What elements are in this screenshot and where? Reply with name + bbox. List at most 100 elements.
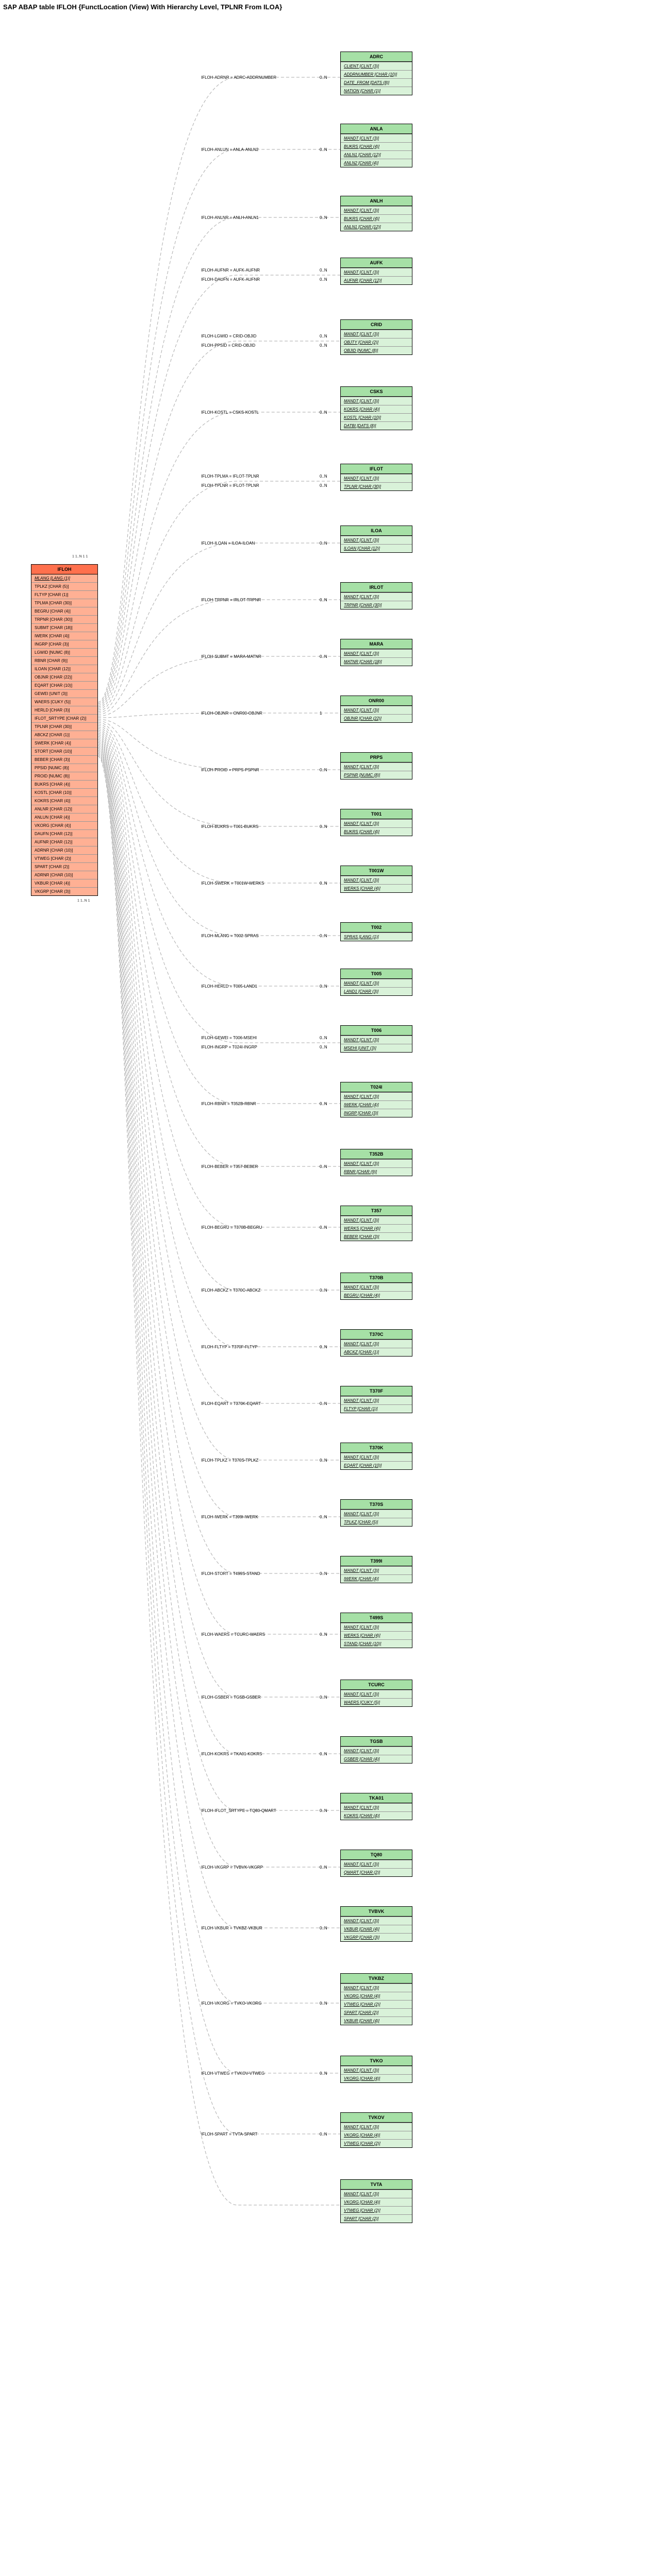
relation-label: IFLOH-ANLUN = ANLA-ANLN2: [201, 147, 258, 152]
cardinality-label: 0..N: [320, 334, 327, 338]
target-field: VKBUR [CHAR (4)]: [341, 1925, 412, 1933]
target-field: WERKS [CHAR (4)]: [341, 1224, 412, 1232]
target-table: TVKOVMANDT [CLNT (3)]VKORG [CHAR (4)]VTW…: [340, 2112, 412, 2148]
cardinality-label: 0..N: [320, 1695, 327, 1700]
target-field: MANDT [CLNT (3)]: [341, 2066, 412, 2074]
target-table: MARAMANDT [CLNT (3)]MATNR [CHAR (18)]: [340, 639, 412, 666]
relation-label: IFLOH-SPART = TVTA-SPART: [201, 2132, 257, 2137]
target-table: TCURCMANDT [CLNT (3)]WAERS [CUKY (5)]: [340, 1680, 412, 1707]
source-field: PPSID [NUMC (8)]: [31, 764, 97, 772]
target-field: MANDT [CLNT (3)]: [341, 1159, 412, 1167]
target-table: T002SPRAS [LANG (1)]: [340, 922, 412, 941]
relation-label: IFLOH-OBJNR = ONR00-OBJNR: [201, 711, 262, 716]
target-field: VKORG [CHAR (4)]: [341, 2198, 412, 2206]
cardinality-label: 0..N: [320, 1288, 327, 1293]
target-field: WERKS [CHAR (4)]: [341, 1631, 412, 1639]
src-cardinality-top: 1 1..N 1 1: [72, 554, 88, 560]
target-field: MANDT [CLNT (3)]: [341, 1453, 412, 1461]
target-table: ANLAMANDT [CLNT (3)]BUKRS [CHAR (4)]ANLN…: [340, 124, 412, 167]
target-table: T001MANDT [CLNT (3)]BUKRS [CHAR (4)]: [340, 809, 412, 836]
source-field: VTWEG [CHAR (2)]: [31, 854, 97, 862]
cardinality-label: 0..N: [320, 2071, 327, 2076]
target-table-header: T001W: [341, 866, 412, 876]
source-field: BUKRS [CHAR (4)]: [31, 780, 97, 788]
relation-label: IFLOH-BUKRS = T001-BUKRS: [201, 824, 258, 829]
target-field: IWERK [CHAR (4)]: [341, 1574, 412, 1583]
target-field: WERKS [CHAR (4)]: [341, 884, 412, 892]
target-table-header: TVKBZ: [341, 1974, 412, 1984]
target-field: MANDT [CLNT (3)]: [341, 1860, 412, 1868]
target-field: GSBER [CHAR (4)]: [341, 1755, 412, 1763]
relation-label: IFLOH-GEWEI = T006-MSEHI: [201, 1036, 257, 1040]
target-table-header: T024I: [341, 1082, 412, 1092]
cardinality-label: 0..N: [320, 1036, 327, 1040]
target-field: MATNR [CHAR (18)]: [341, 657, 412, 666]
relation-label: IFLOH-TRPNR = IRLOT-TRPNR: [201, 598, 261, 602]
target-field: MANDT [CLNT (3)]: [341, 1036, 412, 1044]
target-field: INGRP [CHAR (3)]: [341, 1109, 412, 1117]
cardinality-label: 0..N: [320, 343, 327, 348]
source-field: DAUFN [CHAR (12)]: [31, 829, 97, 838]
target-field: MANDT [CLNT (3)]: [341, 876, 412, 884]
target-field: ADDRNUMBER [CHAR (10)]: [341, 70, 412, 78]
relation-label: IFLOH-BEGRU = T370B-BEGRU: [201, 1225, 262, 1230]
target-field: BUKRS [CHAR (4)]: [341, 214, 412, 223]
relation-label: IFLOH-SUBMT = MARA-MATNR: [201, 654, 261, 659]
relation-label: IFLOH-PPSID = CRID-OBJID: [201, 343, 255, 348]
target-field: MANDT [CLNT (3)]: [341, 1917, 412, 1925]
source-field: ADRNR [CHAR (10)]: [31, 871, 97, 879]
target-table: ILOAMANDT [CLNT (3)]ILOAN [CHAR (12)]: [340, 526, 412, 553]
relation-label: IFLOH-VKBUR = TVKBZ-VKBUR: [201, 1926, 262, 1930]
source-field: WAERS [CUKY (5)]: [31, 698, 97, 706]
target-table: T005MANDT [CLNT (3)]LAND1 [CHAR (3)]: [340, 969, 412, 996]
target-field: MANDT [CLNT (3)]: [341, 330, 412, 338]
target-field: MANDT [CLNT (3)]: [341, 1283, 412, 1291]
target-table: T024IMANDT [CLNT (3)]IWERK [CHAR (4)]ING…: [340, 1082, 412, 1117]
target-table-header: T005: [341, 969, 412, 979]
cardinality-label: 0..N: [320, 2132, 327, 2137]
target-field: VKORG [CHAR (4)]: [341, 1992, 412, 2000]
target-field: MANDT [CLNT (3)]: [341, 1984, 412, 1992]
target-field: OBJTY [CHAR (2)]: [341, 338, 412, 346]
target-table-header: CRID: [341, 320, 412, 330]
source-field: SPART [CHAR (2)]: [31, 862, 97, 871]
relation-label: IFLOH-DAUFN = AUFK-AUFNR: [201, 277, 260, 282]
target-table-header: TVBVK: [341, 1907, 412, 1917]
relation-label: IFLOH-VKGRP = TVBVK-VKGRP: [201, 1865, 263, 1870]
target-table-header: PRPS: [341, 753, 412, 762]
source-field: TPLNR [CHAR (30)]: [31, 722, 97, 731]
cardinality-label: 0..N: [320, 1164, 327, 1169]
relation-label: IFLOH-MLANG = T002-SPRAS: [201, 934, 259, 938]
cardinality-label: 0..N: [320, 984, 327, 989]
cardinality-label: 0..N: [320, 598, 327, 602]
cardinality-label: 0..N: [320, 1926, 327, 1930]
target-field: MANDT [CLNT (3)]: [341, 1623, 412, 1631]
target-field: ANLN2 [CHAR (4)]: [341, 159, 412, 167]
source-field: VKGRP [CHAR (3)]: [31, 887, 97, 895]
target-field: NATION [CHAR (1)]: [341, 87, 412, 95]
target-field: CLIENT [CLNT (3)]: [341, 62, 412, 70]
target-table: AUFKMANDT [CLNT (3)]AUFNR [CHAR (12)]: [340, 258, 412, 285]
target-field: BUKRS [CHAR (4)]: [341, 142, 412, 150]
cardinality-label: 0..N: [320, 541, 327, 546]
target-table: CRIDMANDT [CLNT (3)]OBJTY [CHAR (2)]OBJI…: [340, 319, 412, 355]
relation-label: IFLOH-PROID = PRPS-PSPNR: [201, 768, 259, 772]
target-table: T357MANDT [CLNT (3)]WERKS [CHAR (4)]BEBE…: [340, 1206, 412, 1241]
target-field: VTWEG [CHAR (2)]: [341, 2206, 412, 2214]
target-field: OBJNR [CHAR (22)]: [341, 714, 412, 722]
source-field: KOSTL [CHAR (10)]: [31, 788, 97, 796]
cardinality-label: 0..N: [320, 824, 327, 829]
target-table-header: T001: [341, 809, 412, 819]
cardinality-label: 0..N: [320, 881, 327, 886]
target-field: MSEHI [UNIT (3)]: [341, 1044, 412, 1052]
target-field: KOKRS [CHAR (4)]: [341, 405, 412, 413]
target-field: ANLN1 [CHAR (12)]: [341, 150, 412, 159]
target-field: MANDT [CLNT (3)]: [341, 536, 412, 544]
target-field: MANDT [CLNT (3)]: [341, 1092, 412, 1100]
target-field: WAERS [CUKY (5)]: [341, 1698, 412, 1706]
source-field: BEGRU [CHAR (4)]: [31, 607, 97, 615]
target-field: SPRAS [LANG (1)]: [341, 933, 412, 941]
target-field: MANDT [CLNT (3)]: [341, 134, 412, 142]
target-table: T006MANDT [CLNT (3)]MSEHI [UNIT (3)]: [340, 1025, 412, 1053]
src-cardinality-bottom: 1 1..N 1: [77, 898, 90, 904]
